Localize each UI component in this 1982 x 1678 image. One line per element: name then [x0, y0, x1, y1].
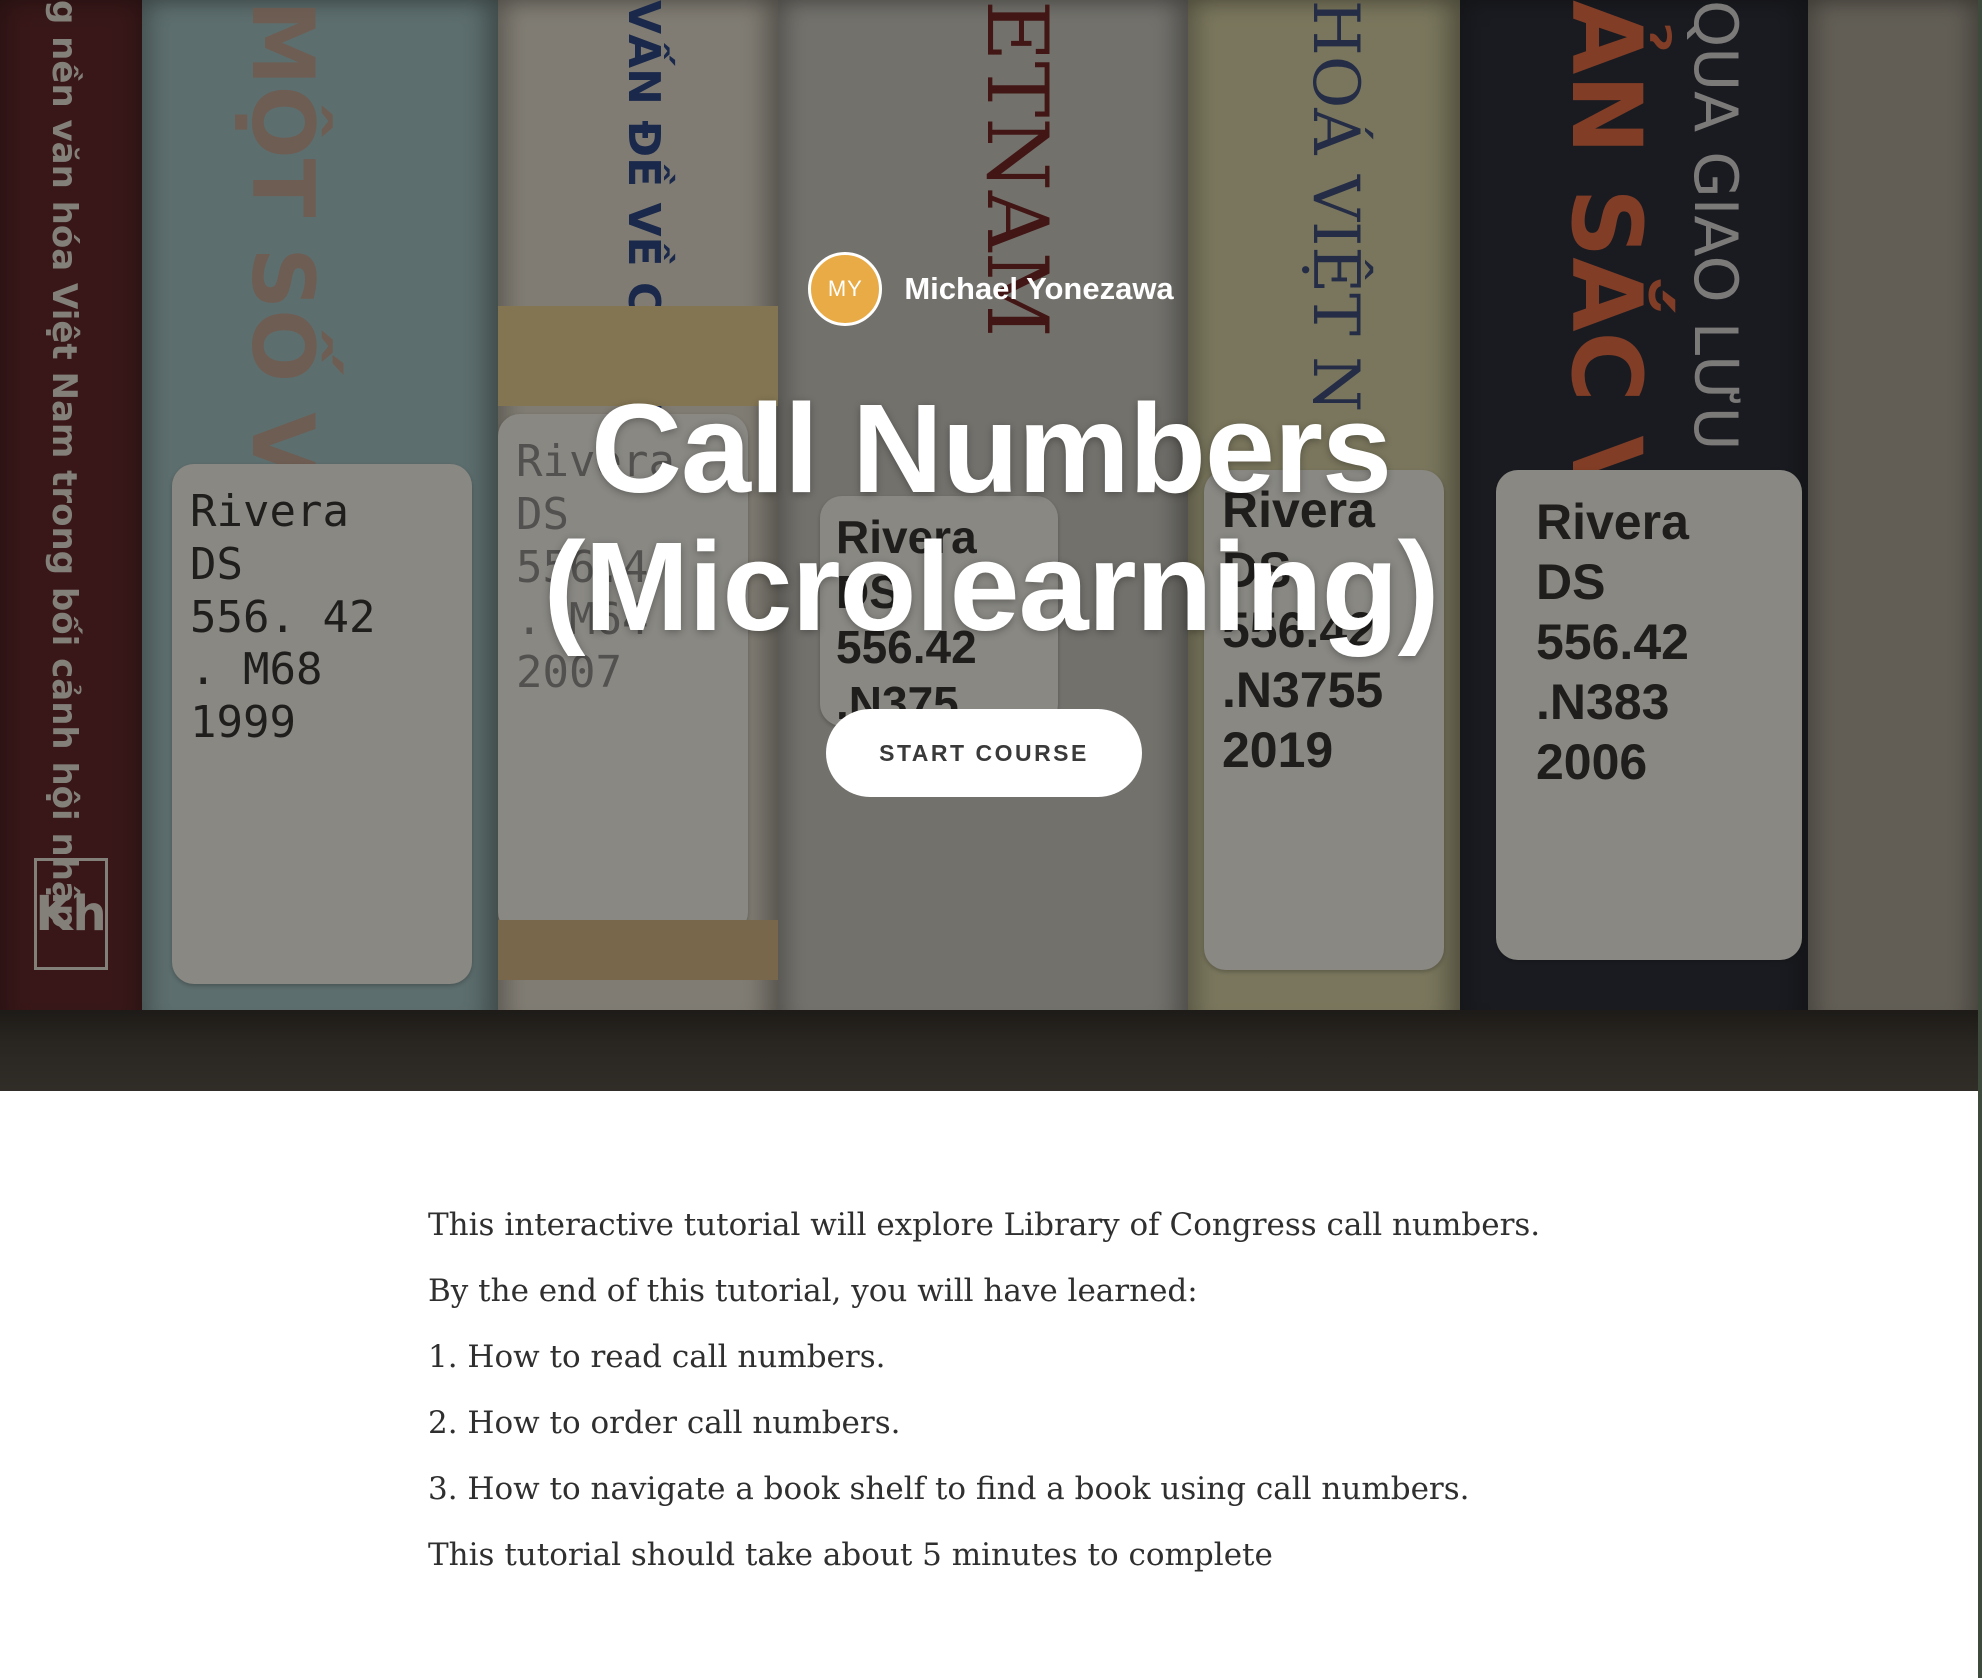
course-title: Call Numbers (Microlearning) [0, 380, 1982, 656]
learning-objective-3: 3. How to navigate a book shelf to find … [428, 1471, 1470, 1507]
learning-objective-2: 2. How to order call numbers. [428, 1405, 901, 1441]
start-course-button[interactable]: START COURSE [826, 709, 1142, 797]
author-name: Michael Yonezawa [904, 271, 1174, 306]
description-duration: This tutorial should take about 5 minute… [428, 1537, 1273, 1573]
course-description: This interactive tutorial will explore L… [428, 1200, 1578, 1596]
description-intro: This interactive tutorial will explore L… [428, 1207, 1541, 1243]
author-info: MY Michael Yonezawa [0, 252, 1982, 326]
course-title-line-1: Call Numbers [590, 378, 1392, 519]
description-lead: By the end of this tutorial, you will ha… [428, 1273, 1198, 1309]
window-right-edge [1978, 0, 1982, 1678]
course-hero: g nền văn hóa Việt Nam trong bối cảnh hộ… [0, 0, 1982, 1091]
course-title-line-2: (Microlearning) [543, 516, 1439, 657]
learning-objective-1: 1. How to read call numbers. [428, 1339, 886, 1375]
author-avatar: MY [808, 252, 883, 326]
